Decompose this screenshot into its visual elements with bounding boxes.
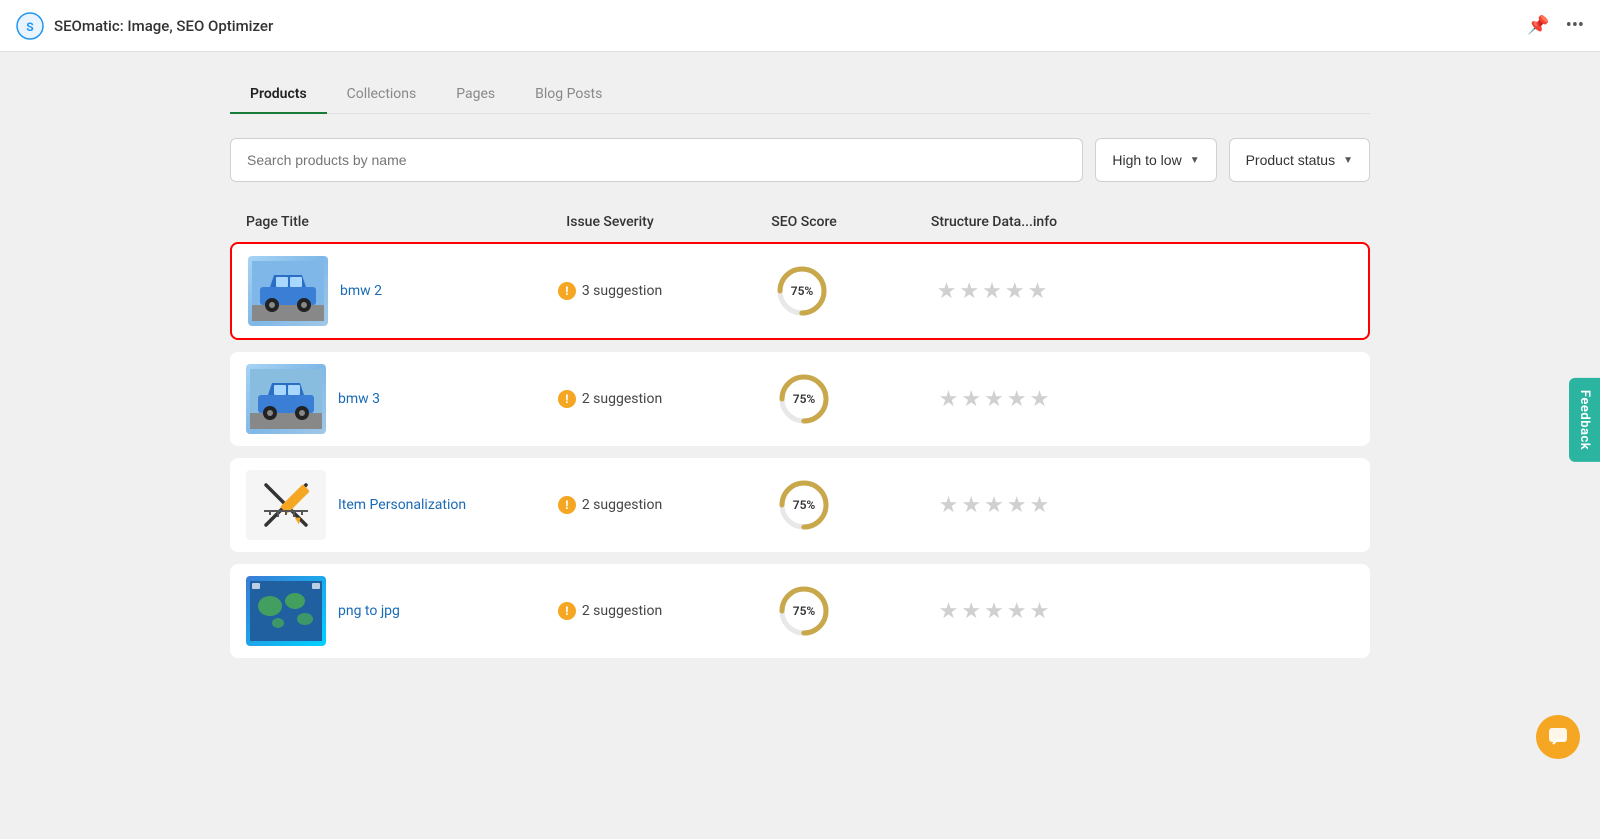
stars-cell: ★★★★★ xyxy=(894,387,1094,412)
menu-icon[interactable]: ••• xyxy=(1566,15,1584,36)
top-bar: S SEOmatic: Image, SEO Optimizer 📌 ••• xyxy=(0,0,1600,52)
product-list: bmw 2 ! 3 suggestion 75% ★★★★★ xyxy=(230,242,1370,658)
col-header-page-title: Page Title xyxy=(246,214,506,230)
star-icon: ★ xyxy=(937,279,957,304)
seo-donut: 75% xyxy=(774,263,830,319)
issue-severity: ! 2 suggestion xyxy=(506,390,714,408)
product-thumbnail xyxy=(246,364,326,434)
star-icon: ★ xyxy=(984,493,1004,518)
sort-label: High to low xyxy=(1112,152,1181,168)
star-icon: ★ xyxy=(984,599,1004,624)
issue-label: 2 suggestion xyxy=(582,391,662,407)
table-row: Item Personalization ! 2 suggestion 75% … xyxy=(230,458,1370,552)
seo-score-label: 75% xyxy=(793,604,816,618)
status-label: Product status xyxy=(1246,152,1336,168)
svg-text:S: S xyxy=(26,20,33,34)
tabs-nav: Products Collections Pages Blog Posts xyxy=(230,76,1370,114)
tab-collections[interactable]: Collections xyxy=(327,76,437,114)
product-name[interactable]: png to jpg xyxy=(338,603,400,619)
status-dropdown-arrow-icon: ▼ xyxy=(1343,155,1353,166)
issue-severity: ! 2 suggestion xyxy=(506,602,714,620)
table-header: Page Title Issue Severity SEO Score Stru… xyxy=(230,206,1370,238)
star-icon: ★ xyxy=(961,387,981,412)
star-icon: ★ xyxy=(939,493,959,518)
app-title: SEOmatic: Image, SEO Optimizer xyxy=(54,17,273,35)
star-icon: ★ xyxy=(939,387,959,412)
seo-donut: 75% xyxy=(776,371,832,427)
seo-score-cell: 75% xyxy=(712,263,892,319)
sort-dropdown[interactable]: High to low ▼ xyxy=(1095,138,1216,182)
sort-dropdown-arrow-icon: ▼ xyxy=(1190,155,1200,166)
product-info: png to jpg xyxy=(246,576,506,646)
tab-products[interactable]: Products xyxy=(230,76,327,114)
star-icon: ★ xyxy=(1007,599,1027,624)
seo-score-label: 75% xyxy=(793,498,816,512)
seo-donut: 75% xyxy=(776,477,832,533)
product-thumbnail xyxy=(246,470,326,540)
star-icon: ★ xyxy=(984,387,1004,412)
product-name[interactable]: bmw 2 xyxy=(340,283,382,299)
star-icon: ★ xyxy=(961,599,981,624)
product-info: bmw 2 xyxy=(248,256,508,326)
issue-severity: ! 2 suggestion xyxy=(506,496,714,514)
product-name[interactable]: bmw 3 xyxy=(338,391,380,407)
product-thumbnail xyxy=(246,576,326,646)
star-icon: ★ xyxy=(1030,387,1050,412)
table-row: bmw 2 ! 3 suggestion 75% ★★★★★ xyxy=(230,242,1370,340)
product-info: bmw 3 xyxy=(246,364,506,434)
col-header-structure-data: Structure Data...info xyxy=(894,214,1094,230)
star-icon: ★ xyxy=(1007,387,1027,412)
issue-label: 3 suggestion xyxy=(582,283,662,299)
notification-icon[interactable]: 📌 xyxy=(1527,15,1549,36)
issue-warning-icon: ! xyxy=(558,282,576,300)
issue-label: 2 suggestion xyxy=(582,603,662,619)
col-header-issue-severity: Issue Severity xyxy=(506,214,714,230)
tab-blog-posts[interactable]: Blog Posts xyxy=(515,76,622,114)
stars-cell: ★★★★★ xyxy=(894,599,1094,624)
feedback-button[interactable]: Feedback xyxy=(1569,377,1600,461)
seo-score-label: 75% xyxy=(791,284,814,298)
stars-cell: ★★★★★ xyxy=(892,279,1092,304)
product-name[interactable]: Item Personalization xyxy=(338,497,466,513)
issue-label: 2 suggestion xyxy=(582,497,662,513)
stars-cell: ★★★★★ xyxy=(894,493,1094,518)
star-icon: ★ xyxy=(961,493,981,518)
star-icon: ★ xyxy=(982,279,1002,304)
star-icon: ★ xyxy=(1028,279,1048,304)
table-row: png to jpg ! 2 suggestion 75% ★★★★★ xyxy=(230,564,1370,658)
star-icon: ★ xyxy=(939,599,959,624)
table-row: bmw 3 ! 2 suggestion 75% ★★★★★ xyxy=(230,352,1370,446)
seo-donut: 75% xyxy=(776,583,832,639)
seo-score-cell: 75% xyxy=(714,583,894,639)
status-dropdown[interactable]: Product status ▼ xyxy=(1229,138,1370,182)
product-info: Item Personalization xyxy=(246,470,506,540)
top-bar-actions: 📌 ••• xyxy=(1527,15,1584,36)
issue-warning-icon: ! xyxy=(558,390,576,408)
filters-row: High to low ▼ Product status ▼ xyxy=(230,138,1370,182)
star-icon: ★ xyxy=(1030,599,1050,624)
app-header: S SEOmatic: Image, SEO Optimizer xyxy=(16,12,273,40)
chat-button[interactable] xyxy=(1536,715,1580,759)
seo-score-cell: 75% xyxy=(714,371,894,427)
issue-warning-icon: ! xyxy=(558,496,576,514)
product-thumbnail xyxy=(248,256,328,326)
main-content: Products Collections Pages Blog Posts Hi… xyxy=(210,52,1390,694)
star-icon: ★ xyxy=(1007,493,1027,518)
app-logo-icon: S xyxy=(16,12,44,40)
seo-score-label: 75% xyxy=(793,392,816,406)
seo-score-cell: 75% xyxy=(714,477,894,533)
star-icon: ★ xyxy=(1005,279,1025,304)
issue-warning-icon: ! xyxy=(558,602,576,620)
star-icon: ★ xyxy=(1030,493,1050,518)
star-icon: ★ xyxy=(959,279,979,304)
tab-pages[interactable]: Pages xyxy=(436,76,515,114)
search-input[interactable] xyxy=(230,138,1083,182)
col-header-seo-score: SEO Score xyxy=(714,214,894,230)
issue-severity: ! 3 suggestion xyxy=(508,282,712,300)
